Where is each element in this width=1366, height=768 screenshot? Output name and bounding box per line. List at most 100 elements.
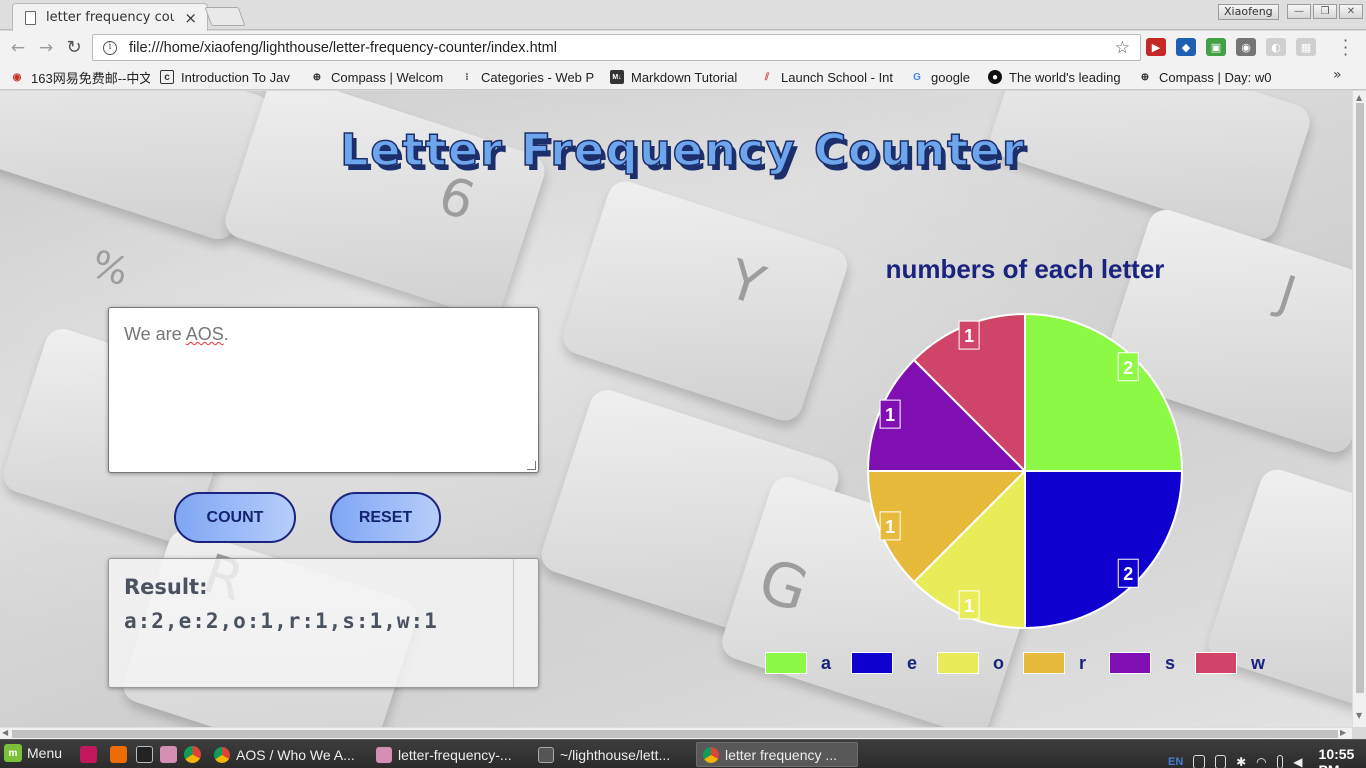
chart-title: numbers of each letter (885, 254, 1165, 284)
legend-item-r[interactable]: r (1023, 652, 1086, 674)
svg-text:1: 1 (964, 326, 974, 346)
address-url[interactable]: file:///home/xiaofeng/lighthouse/letter-… (129, 40, 1115, 56)
system-tray: EN ✱ ◠ ◀ 10:55 PM (1168, 746, 1366, 768)
text-input-area[interactable]: We are AOS. (108, 307, 539, 473)
extension-gray-icon[interactable]: ◉ (1236, 38, 1256, 56)
launcher-drive-icon[interactable] (80, 746, 97, 763)
reload-icon[interactable]: ↻ (60, 34, 88, 62)
bookmark-item[interactable]: ◉ 163网易免费邮--中文 (10, 68, 150, 86)
profile-button[interactable]: Xiaofeng (1218, 4, 1279, 20)
tray-app-icon[interactable] (1193, 755, 1205, 768)
extension-cap-icon[interactable]: ◆ (1176, 38, 1196, 56)
taskbar-task[interactable]: ~/lighthouse/lett... (532, 742, 692, 767)
launcher-firefox-icon[interactable] (110, 746, 127, 763)
bookmark-item[interactable]: G google (910, 68, 980, 86)
legend-label: o (993, 652, 1004, 673)
chrome-icon (214, 746, 230, 763)
wifi-icon[interactable]: ◠ (1256, 755, 1266, 768)
bookmark-item[interactable]: ● The world's leading (988, 68, 1128, 86)
scroll-right-icon[interactable]: ▶ (1340, 728, 1346, 737)
tray-update-icon[interactable] (1214, 755, 1227, 768)
forward-arrow-icon[interactable]: → (32, 34, 60, 62)
legend-item-e[interactable]: e (851, 652, 917, 674)
result-panel: Result: a:2,e:2,o:1,r:1,s:1,w:1 (108, 558, 539, 688)
legend-swatch (851, 652, 893, 674)
pie-data-label-r: 1 (879, 511, 901, 541)
launcher-chrome-icon[interactable] (184, 746, 201, 763)
browser-tabstrip: letter frequency count × Xiaofeng — ❐ ✕ (0, 0, 1366, 31)
browser-menu-icon[interactable]: · · · (1343, 33, 1348, 63)
keyboard-key (558, 176, 852, 426)
legend-item-s[interactable]: s (1109, 652, 1175, 674)
pie-data-label-a: 2 (1117, 352, 1139, 382)
input-text-plain: We are (124, 324, 186, 344)
scroll-down-icon[interactable]: ▼ (1356, 711, 1362, 720)
volume-icon[interactable]: ◀ (1293, 755, 1302, 768)
bookmark-item[interactable]: c Introduction To Jav (160, 68, 298, 86)
taskbar-task[interactable]: letter-frequency-... (370, 742, 528, 767)
extension-red-icon[interactable]: ▶ (1146, 38, 1166, 56)
pie-slice-e[interactable] (1024, 470, 1184, 630)
legend-label: s (1165, 652, 1176, 673)
compass-icon: ⊕ (312, 71, 322, 83)
vertical-scrollbar[interactable]: ▲ ▼ (1352, 91, 1366, 727)
taskbar-task[interactable]: AOS / Who We A... (208, 742, 364, 767)
bookmark-item[interactable]: ⊕ Compass | Welcom (310, 68, 448, 86)
bookmark-item[interactable]: ⁝ Categories - Web P (460, 68, 598, 86)
course-icon: c (160, 70, 174, 84)
launcher-terminal-icon[interactable] (136, 746, 153, 763)
horizontal-scroll-thumb[interactable] (12, 730, 1338, 738)
start-menu-button[interactable]: m Menu (4, 744, 62, 762)
result-label: Result: (124, 575, 208, 599)
close-window-icon[interactable]: ✕ (1339, 4, 1363, 19)
bookmark-star-icon[interactable]: ☆ (1115, 38, 1130, 58)
bookmarks-overflow-icon[interactable]: » (1333, 67, 1342, 83)
result-value: a:2,e:2,o:1,r:1,s:1,w:1 (124, 609, 438, 633)
battery-icon[interactable] (1276, 755, 1284, 768)
launcher-files-icon[interactable] (160, 746, 177, 763)
bookmark-item[interactable]: ⊕ Compass | Day: w0 (1138, 68, 1276, 86)
legend-label: r (1079, 652, 1087, 673)
input-text-tail: . (223, 324, 229, 344)
legend-item-a[interactable]: a (765, 652, 831, 674)
bookmark-item[interactable]: ⫽ Launch School - Int (760, 68, 898, 86)
keyboard-layout[interactable]: EN (1168, 756, 1183, 768)
mail-163-icon: ◉ (12, 71, 22, 83)
svg-text:1: 1 (885, 405, 895, 425)
new-tab-button[interactable] (204, 7, 246, 26)
minimize-window-icon[interactable]: — (1287, 4, 1311, 19)
clock[interactable]: 10:55 PM (1319, 746, 1366, 768)
bookmark-item[interactable]: M↓ Markdown Tutorial (610, 68, 748, 86)
chrome-icon (703, 746, 719, 763)
restore-window-icon[interactable]: ❐ (1313, 4, 1337, 19)
mint-logo-icon: m (4, 744, 22, 762)
vertical-scroll-thumb[interactable] (1356, 103, 1364, 693)
browser-toolbar: ← → ↻ i file:///home/xiaofeng/lighthouse… (0, 31, 1366, 64)
taskbar-task-active[interactable]: letter frequency ... (696, 742, 858, 767)
svg-text:2: 2 (1123, 358, 1133, 378)
launch-school-icon: ⫽ (764, 71, 770, 83)
start-menu-label: Menu (27, 745, 63, 761)
count-button[interactable]: COUNT (174, 492, 296, 543)
extension-faded-icon[interactable]: ◐ (1266, 38, 1286, 56)
extensions-area: ▶ ◆ ▣ ◉ ◐ ▦ (1146, 38, 1316, 56)
pie-slice-a[interactable] (1024, 312, 1184, 472)
pie-data-label-e: 2 (1117, 558, 1139, 588)
browser-tab-active[interactable]: letter frequency count × (12, 3, 208, 31)
back-arrow-icon[interactable]: ← (4, 34, 32, 62)
reset-button[interactable]: RESET (330, 492, 441, 543)
legend-item-w[interactable]: w (1195, 652, 1265, 674)
input-text-misspelled: AOS (185, 324, 224, 344)
resize-handle-icon[interactable] (527, 461, 536, 470)
scroll-up-icon[interactable]: ▲ (1356, 93, 1362, 102)
extension-green-icon[interactable]: ▣ (1206, 38, 1226, 56)
site-info-icon[interactable]: i (103, 40, 117, 55)
legend-swatch (1109, 652, 1151, 674)
extension-puzzle-icon[interactable]: ▦ (1296, 38, 1316, 56)
tab-close-icon[interactable]: × (184, 9, 197, 27)
address-bar[interactable]: i file:///home/xiaofeng/lighthouse/lette… (92, 34, 1141, 61)
legend-item-o[interactable]: o (937, 652, 1004, 674)
scroll-left-icon[interactable]: ◀ (2, 728, 8, 737)
bluetooth-icon[interactable]: ✱ (1236, 755, 1246, 768)
horizontal-scrollbar[interactable]: ◀ ▶ (0, 727, 1352, 739)
